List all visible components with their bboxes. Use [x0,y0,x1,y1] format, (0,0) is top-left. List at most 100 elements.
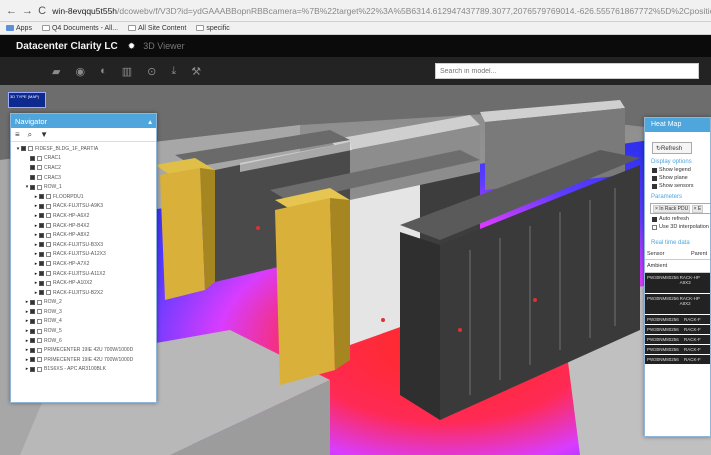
tree-item[interactable]: ▸ RACK-HP-B4X2 [15,221,152,231]
list-icon[interactable]: ≡ [15,130,20,139]
reload-icon[interactable]: C [38,5,46,17]
refresh-button[interactable]: ↻Refresh [652,142,692,154]
tree-item[interactable]: ▸ ROW_2 [15,298,152,308]
select-checkbox[interactable] [46,232,51,238]
wrench-icon[interactable]: ⚒ [191,65,201,78]
tree-item[interactable]: ▸ PRIMECENTER 19IE 42U 700W/1000D [15,345,152,355]
bookmark-apps[interactable]: Apps [6,25,32,32]
show-sensors-checkbox[interactable]: Show sensors [652,183,710,189]
tree-item[interactable]: ▸ RACK-FUJITSU-B3X3 [15,240,152,250]
settings-icon[interactable]: ✹ [128,41,136,52]
show-plane-checkbox[interactable]: Show plane [652,175,710,181]
folder-icon[interactable]: ▰ [52,65,60,78]
visibility-checkbox[interactable] [30,175,35,181]
show-legend-checkbox[interactable]: Show legend [652,167,710,173]
visibility-checkbox[interactable] [39,203,44,209]
tree-item[interactable]: ▸ ROW_5 [15,326,152,336]
download-icon[interactable]: ⤓ [171,65,176,78]
visibility-checkbox[interactable] [39,261,44,267]
tree-item[interactable]: ▸ ROW_4 [15,317,152,327]
table-row[interactable]: PW30NM80256 RACK-HP A9X3 [645,273,710,293]
tree-item[interactable]: ▸ RACK-HP-A8X2 [15,230,152,240]
select-checkbox[interactable] [37,299,42,305]
select-checkbox[interactable] [46,194,51,200]
visibility-checkbox[interactable] [39,232,44,238]
tree-item[interactable]: ▸ B1S6XS - APC AR3100BLK [15,365,152,375]
search-icon[interactable]: ⌕ [28,130,32,140]
filter-icon[interactable]: ▼ [40,130,48,139]
visibility-checkbox[interactable] [30,155,35,161]
tree-item[interactable]: ▸ ROW_3 [15,307,152,317]
select-checkbox[interactable] [37,357,42,363]
tree-item[interactable]: CRAC1 [15,154,152,164]
visibility-checkbox[interactable] [21,146,26,152]
tree-item[interactable]: CRAC3 [15,173,152,183]
tree-item[interactable]: CRAC2 [15,163,152,173]
table-row[interactable]: PW30NM80256 RACK-F [645,335,710,344]
tree-item[interactable]: ▸ FLOORPDU1 [15,192,152,202]
visibility-checkbox[interactable] [39,223,44,229]
visibility-checkbox[interactable] [30,184,35,190]
visibility-checkbox[interactable] [30,299,35,305]
url-field[interactable]: win-8evqqu5t55h/dcowebv/f/V3D?id=ydGAAAB… [52,6,711,16]
col-sensor[interactable]: Sensor [647,251,691,257]
bookmark-specific[interactable]: specific [196,25,230,32]
search-input[interactable] [435,63,699,79]
table-row[interactable]: PW30NM80256 RACK-F [645,315,710,324]
parameter-chip[interactable]: × In Rack PDU [653,205,691,213]
tree-item[interactable]: ▸ RACK-HP-A7X2 [15,259,152,269]
visibility-checkbox[interactable] [39,271,44,277]
select-checkbox[interactable] [46,271,51,277]
visibility-checkbox[interactable] [39,280,44,286]
visibility-checkbox[interactable] [30,309,35,315]
visibility-checkbox[interactable] [30,347,35,353]
visibility-checkbox[interactable] [39,290,44,296]
tree-item[interactable]: ▸ RACK-FUJITSU-A12X3 [15,250,152,260]
table-row[interactable]: PW30NM80256 RACK-HP A8X2 [645,294,710,314]
select-checkbox[interactable] [46,261,51,267]
select-checkbox[interactable] [46,223,51,229]
visibility-checkbox[interactable] [39,194,44,200]
select-checkbox[interactable] [28,146,33,152]
select-checkbox[interactable] [37,366,42,372]
select-checkbox[interactable] [37,318,42,324]
heat-map-header[interactable]: Heat Map [645,118,710,132]
tree-item[interactable]: ▸ RACK-FUJITSU-A11X2 [15,269,152,279]
camera-icon[interactable]: ◉ [75,65,85,78]
table-row[interactable]: PW30NM80256 RACK-F [645,355,710,364]
select-checkbox[interactable] [37,338,42,344]
tree-item[interactable]: ▾ ROW_1 [15,182,152,192]
forward-icon[interactable]: → [22,5,33,17]
use-3d-interpolation-checkbox[interactable]: Use 3D interpolation [652,224,710,230]
auto-refresh-checkbox[interactable]: Auto refresh [652,216,710,222]
tree-item[interactable]: ▸ RACK-FUJITSU-A9K3 [15,202,152,212]
parameters-select[interactable]: × In Rack PDU × E [650,203,710,214]
select-checkbox[interactable] [46,242,51,248]
target-icon[interactable]: ⊙ [147,65,156,78]
tree-item[interactable]: ▾ FIDESF_BLDG_1F_PARTIA [15,144,152,154]
minimap[interactable]: 3D TYPE (MAP) [8,92,46,108]
back-icon[interactable]: ← [6,5,17,17]
visibility-checkbox[interactable] [30,366,35,372]
bookmark-all-site-content[interactable]: All Site Content [128,25,186,32]
select-checkbox[interactable] [37,328,42,334]
tree-item[interactable]: ▸ ROW_6 [15,336,152,346]
visibility-checkbox[interactable] [30,357,35,363]
bookmark-q4-documents[interactable]: Q4 Documents - All... [41,25,118,32]
select-checkbox[interactable] [46,290,51,296]
select-checkbox[interactable] [37,184,42,190]
visibility-checkbox[interactable] [39,213,44,219]
select-checkbox[interactable] [37,175,42,181]
collapse-icon[interactable]: ▴ [148,117,152,126]
col-parent[interactable]: Parent [691,251,707,257]
select-checkbox[interactable] [46,280,51,286]
filter-icon[interactable]: ◐ [100,65,107,77]
select-checkbox[interactable] [37,165,42,171]
select-checkbox[interactable] [46,213,51,219]
visibility-checkbox[interactable] [39,251,44,257]
bars-icon[interactable]: ▥ [122,65,132,78]
visibility-checkbox[interactable] [30,318,35,324]
tree-item[interactable]: ▸ RACK-HP-A10X2 [15,278,152,288]
tree-item[interactable]: ▸ RACK-FUJITSU-B2X2 [15,288,152,298]
tree-item[interactable]: ▸ RACK-HP-A6X2 [15,211,152,221]
